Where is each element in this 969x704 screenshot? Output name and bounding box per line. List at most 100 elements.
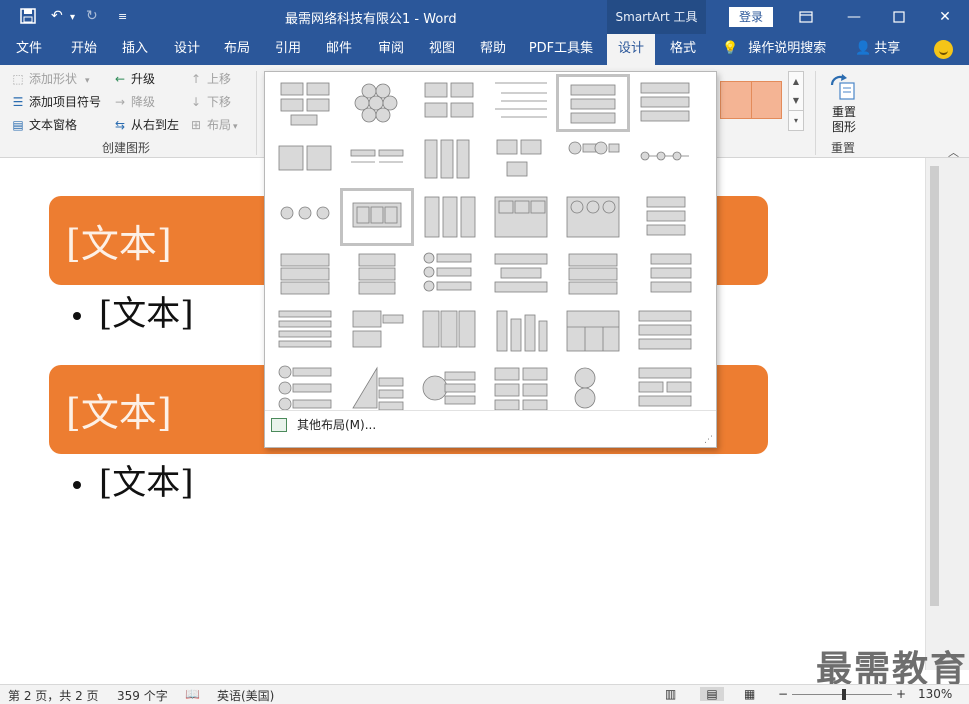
- layout-thumbnail[interactable]: [558, 247, 628, 301]
- close-icon[interactable]: ✕: [934, 6, 956, 28]
- tab-layout[interactable]: 布局: [214, 34, 260, 65]
- layout-thumbnail[interactable]: [414, 304, 484, 358]
- vertical-scrollbar[interactable]: [925, 158, 969, 670]
- layout-thumbnail[interactable]: [486, 133, 556, 187]
- add-shape-button[interactable]: ⬚ 添加形状 ▾: [10, 69, 89, 89]
- zoom-slider-thumb[interactable]: [842, 689, 846, 700]
- layout-thumbnail[interactable]: [630, 76, 700, 130]
- save-icon[interactable]: [20, 8, 36, 28]
- layout-thumbnail[interactable]: [270, 361, 340, 415]
- gallery-more-icon[interactable]: ▾: [789, 110, 803, 130]
- read-mode-icon[interactable]: ▥: [665, 687, 676, 701]
- layout-thumbnail[interactable]: [414, 76, 484, 130]
- reset-graphic-icon[interactable]: [828, 73, 858, 103]
- layout-thumbnail[interactable]: [414, 361, 484, 415]
- smartart-bullet-2-text[interactable]: [文本]: [99, 463, 194, 503]
- smartart-style-preview[interactable]: [720, 81, 782, 119]
- layout-thumbnail[interactable]: [414, 190, 484, 244]
- text-pane-button[interactable]: ▤ 文本窗格: [10, 115, 77, 135]
- lightbulb-icon: 💡: [722, 41, 739, 56]
- login-button[interactable]: 登录: [729, 7, 773, 27]
- tab-mailings[interactable]: 邮件: [316, 34, 362, 65]
- add-bullet-button[interactable]: ☰ 添加项目符号: [10, 92, 101, 112]
- layout-thumbnail[interactable]: [340, 188, 414, 246]
- layout-thumbnail[interactable]: [630, 304, 700, 358]
- layout-thumbnail[interactable]: [630, 190, 700, 244]
- gallery-up-icon[interactable]: ▲: [789, 72, 803, 91]
- tab-review[interactable]: 审阅: [368, 34, 414, 65]
- right-to-left-button[interactable]: ⇆ 从右到左: [112, 115, 179, 135]
- word-count[interactable]: 359 个字: [117, 687, 168, 704]
- layout-thumbnail[interactable]: [342, 304, 412, 358]
- smartart-shape-2-text[interactable]: [文本]: [66, 382, 172, 437]
- layout-thumbnail[interactable]: [556, 74, 630, 132]
- tab-view[interactable]: 视图: [419, 34, 465, 65]
- smartart-shape-1-text[interactable]: [文本]: [66, 213, 172, 268]
- customize-qat-icon[interactable]: ≡: [118, 10, 127, 23]
- page-count[interactable]: 第 2 页，共 2 页: [8, 687, 99, 704]
- feedback-smiley-icon[interactable]: [934, 40, 953, 59]
- share-button[interactable]: 👤 共享: [855, 34, 900, 65]
- layout-thumbnail[interactable]: [558, 361, 628, 415]
- resize-grip-icon[interactable]: ⋰: [704, 435, 713, 445]
- layout-thumbnail[interactable]: [342, 133, 412, 187]
- reset-graphic-button[interactable]: 重置 图形: [826, 105, 862, 135]
- layout-thumbnail[interactable]: [414, 133, 484, 187]
- layout-thumbnail[interactable]: [558, 190, 628, 244]
- tab-home[interactable]: 开始: [61, 34, 107, 65]
- layout-thumbnail[interactable]: [270, 247, 340, 301]
- tell-me-search[interactable]: 💡 操作说明搜索: [722, 34, 826, 65]
- proofing-icon[interactable]: 📖: [185, 687, 200, 701]
- zoom-level[interactable]: 130%: [918, 687, 952, 701]
- demote-button[interactable]: → 降级: [112, 92, 155, 112]
- layout-thumbnail[interactable]: [342, 247, 412, 301]
- layout-thumbnail[interactable]: [270, 304, 340, 358]
- layout-thumbnail[interactable]: [270, 76, 340, 130]
- tab-design[interactable]: 设计: [164, 34, 210, 65]
- tab-pdf-tools[interactable]: PDF工具集: [525, 34, 597, 65]
- tab-insert[interactable]: 插入: [112, 34, 158, 65]
- tab-format[interactable]: 格式: [660, 34, 706, 65]
- print-layout-icon[interactable]: ▤: [700, 687, 724, 701]
- gallery-down-icon[interactable]: ▼: [789, 91, 803, 110]
- web-layout-icon[interactable]: ▦: [744, 687, 755, 701]
- smartart-bullet-1[interactable]: [文本]: [73, 286, 194, 335]
- layout-thumbnail[interactable]: [270, 190, 340, 244]
- move-down-button[interactable]: ↓ 下移: [188, 92, 231, 112]
- smartart-bullet-2[interactable]: [文本]: [73, 455, 194, 504]
- style-gallery-scroller[interactable]: ▲ ▼ ▾: [788, 71, 804, 131]
- tab-help[interactable]: 帮助: [470, 34, 516, 65]
- layout-thumbnail[interactable]: [630, 133, 700, 187]
- layout-button[interactable]: ⊞ 布局 ▾: [188, 115, 238, 135]
- minimize-icon[interactable]: —: [843, 6, 865, 28]
- maximize-icon[interactable]: [888, 6, 910, 28]
- layout-thumbnail[interactable]: [342, 76, 412, 130]
- tab-smartart-design[interactable]: 设计: [607, 34, 655, 65]
- undo-dropdown-icon[interactable]: ▾: [70, 12, 75, 23]
- layout-thumbnail[interactable]: [342, 361, 412, 415]
- layout-thumbnail[interactable]: [630, 247, 700, 301]
- layout-thumbnail[interactable]: [486, 361, 556, 415]
- zoom-in-button[interactable]: +: [896, 687, 906, 701]
- tab-file[interactable]: 文件: [6, 34, 52, 65]
- layout-thumbnail[interactable]: [486, 190, 556, 244]
- layout-thumbnail[interactable]: [486, 76, 556, 130]
- move-up-button[interactable]: ↑ 上移: [188, 69, 231, 89]
- layout-thumbnail[interactable]: [630, 361, 700, 415]
- more-layouts-button[interactable]: 其他布局(M)...: [271, 415, 376, 435]
- layout-thumbnail[interactable]: [270, 133, 340, 187]
- redo-icon[interactable]: ↻: [86, 8, 98, 24]
- undo-icon[interactable]: ↶: [51, 8, 63, 24]
- layout-thumbnail[interactable]: [558, 133, 628, 187]
- ribbon-display-icon[interactable]: [795, 6, 817, 28]
- layout-thumbnail[interactable]: [486, 247, 556, 301]
- language-indicator[interactable]: 英语(美国): [217, 687, 274, 704]
- layout-thumbnail[interactable]: [414, 247, 484, 301]
- scrollbar-thumb[interactable]: [930, 166, 939, 606]
- zoom-out-button[interactable]: −: [778, 687, 788, 701]
- layout-thumbnail[interactable]: [486, 304, 556, 358]
- promote-button[interactable]: ← 升级: [112, 69, 155, 89]
- tab-references[interactable]: 引用: [265, 34, 311, 65]
- smartart-bullet-1-text[interactable]: [文本]: [99, 294, 194, 334]
- layout-thumbnail[interactable]: [558, 304, 628, 358]
